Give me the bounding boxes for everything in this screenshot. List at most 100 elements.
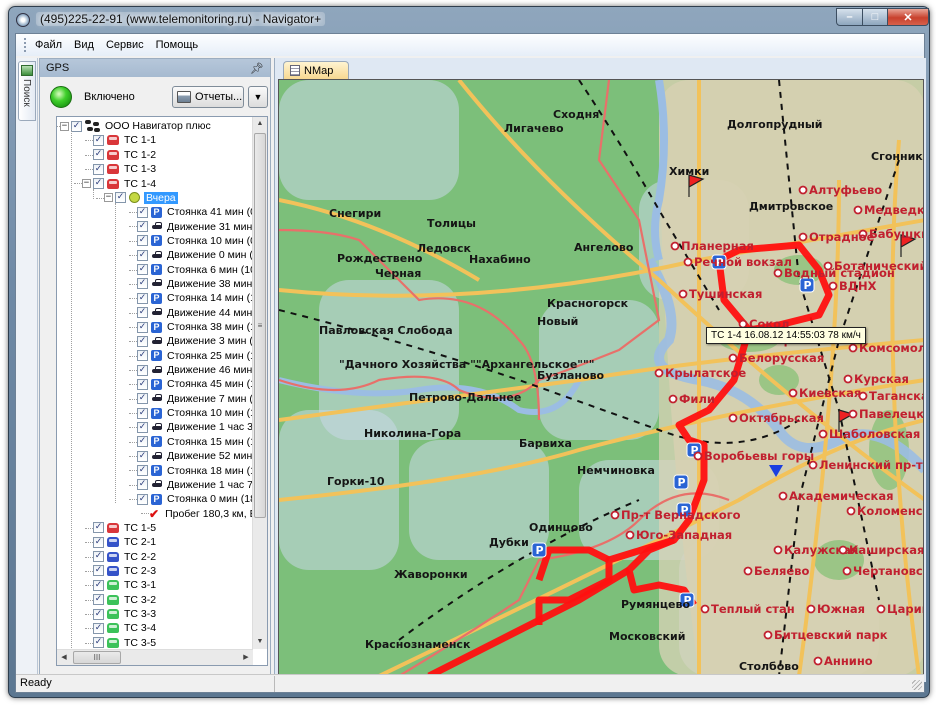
tree-event[interactable]: ✓P Стоянка 38 мин (11: bbox=[137, 320, 253, 334]
horizontal-scrollbar[interactable]: ◀ III ▶ bbox=[57, 649, 253, 665]
tree-vehicle[interactable]: ✓ ТС 1-5 bbox=[93, 521, 156, 535]
checkbox[interactable]: ✓ bbox=[137, 393, 148, 405]
pin-icon[interactable]: 📌︎ bbox=[250, 62, 264, 75]
checkbox[interactable]: ✓ bbox=[93, 565, 104, 577]
menu-view[interactable]: Вид bbox=[74, 39, 94, 51]
checkbox[interactable]: ✓ bbox=[93, 163, 104, 175]
checkbox[interactable]: ✓ bbox=[137, 436, 148, 448]
tree-vehicle[interactable]: ✓ ТС 3-4 bbox=[93, 621, 156, 635]
tree-event[interactable]: ✓ Движение 38 мин (1 bbox=[137, 277, 253, 291]
checkbox[interactable]: ✓ bbox=[93, 637, 104, 649]
checkbox[interactable]: ✓ bbox=[137, 364, 148, 376]
tree-event[interactable]: ✓P Стоянка 6 мин (10:0 bbox=[137, 263, 253, 277]
tree-root[interactable]: − ✓ ООО Навигатор плюс bbox=[60, 119, 211, 133]
checkbox[interactable]: ✓ bbox=[93, 178, 104, 190]
tree-summary[interactable]: ✔ Пробег 180,3 км, Вр bbox=[149, 506, 253, 521]
tree-vehicle[interactable]: ✓ ТС 2-2 bbox=[93, 550, 156, 564]
checkbox[interactable]: ✓ bbox=[93, 551, 104, 563]
tab-nmap[interactable]: NMap bbox=[283, 61, 349, 79]
tree-vehicle[interactable]: ✓ ТС 1-3 bbox=[93, 162, 156, 176]
tree-event[interactable]: ✓ Движение 44 мин (1 bbox=[137, 306, 253, 320]
hscroll-thumb[interactable]: III bbox=[73, 651, 121, 664]
checkbox[interactable]: ✓ bbox=[93, 536, 104, 548]
tree-event[interactable]: ✓ Движение 7 мин (14 bbox=[137, 392, 253, 406]
tree-event[interactable]: ✓ Движение 52 мин (1 bbox=[137, 449, 253, 463]
tree-event[interactable]: ✓ Движение 31 мин (0 bbox=[137, 219, 253, 233]
collapse-toggle-icon[interactable]: − bbox=[82, 179, 91, 189]
tree-vehicle[interactable]: ✓ ТС 2-3 bbox=[93, 564, 156, 578]
checkbox[interactable]: ✓ bbox=[137, 321, 148, 333]
toolbar-grip[interactable] bbox=[24, 38, 27, 52]
checkbox[interactable]: ✓ bbox=[93, 608, 104, 620]
checkbox[interactable]: ✓ bbox=[137, 278, 148, 290]
tree-event[interactable]: ✓P Стоянка 41 мин (08: bbox=[137, 205, 253, 219]
collapse-toggle-icon[interactable]: − bbox=[104, 193, 113, 203]
checkbox[interactable]: ✓ bbox=[93, 594, 104, 606]
reports-button[interactable]: Отчеты... bbox=[172, 86, 244, 108]
tree-event[interactable]: ✓ Движение 3 мин (12 bbox=[137, 334, 253, 348]
tree-vehicle[interactable]: ✓ ТС 1-2 bbox=[93, 148, 156, 162]
tree-event[interactable]: ✓P Стоянка 18 мин (16: bbox=[137, 463, 253, 477]
scroll-down-arrow-icon[interactable]: ▼ bbox=[253, 635, 267, 649]
reports-dropdown-button[interactable]: ▼ bbox=[248, 86, 268, 108]
tree-event[interactable]: ✓P Стоянка 14 мин (10: bbox=[137, 291, 253, 305]
checkbox[interactable]: ✓ bbox=[137, 378, 148, 390]
vertical-scrollbar[interactable]: ▲ ≡ ▼ bbox=[252, 117, 267, 649]
tree-event[interactable]: ✓ Движение 46 мин (1 bbox=[137, 363, 253, 377]
checkbox[interactable]: ✓ bbox=[137, 307, 148, 319]
scroll-up-arrow-icon[interactable]: ▲ bbox=[253, 117, 267, 131]
checkbox[interactable]: ✓ bbox=[93, 579, 104, 591]
tree-event[interactable]: ✓ Движение 0 мин (10 bbox=[137, 248, 253, 262]
tree-event[interactable]: ✓P Стоянка 10 мин (14: bbox=[137, 406, 253, 420]
tree-vehicle[interactable]: ✓ ТС 2-1 bbox=[93, 535, 156, 549]
map-svg[interactable]: PPPPPPPСходняЛигачевоХимкиДолгопрудныйСг… bbox=[279, 80, 924, 675]
checkbox[interactable]: ✓ bbox=[137, 493, 148, 505]
scroll-right-arrow-icon[interactable]: ▶ bbox=[239, 651, 253, 665]
checkbox[interactable]: ✓ bbox=[71, 120, 82, 132]
checkbox[interactable]: ✓ bbox=[115, 192, 126, 204]
tree-event[interactable]: ✓P Стоянка 15 мин (15: bbox=[137, 435, 253, 449]
checkbox[interactable]: ✓ bbox=[137, 249, 148, 261]
checkbox[interactable]: ✓ bbox=[137, 264, 148, 276]
tree-event[interactable]: ✓P Стоянка 0 мин (18:2 bbox=[137, 492, 253, 506]
tree-vehicle[interactable]: ✓ ТС 3-5 bbox=[93, 636, 156, 649]
checkbox[interactable]: ✓ bbox=[137, 421, 148, 433]
tree-vehicle[interactable]: ✓ ТС 3-1 bbox=[93, 578, 156, 592]
collapse-toggle-icon[interactable]: − bbox=[60, 121, 69, 131]
tree-event[interactable]: ✓P Стоянка 10 мин (09: bbox=[137, 234, 253, 248]
app-icon[interactable] bbox=[16, 13, 30, 27]
tree-vehicle[interactable]: ✓ ТС 3-3 bbox=[93, 607, 156, 621]
checkbox[interactable]: ✓ bbox=[137, 350, 148, 362]
checkbox[interactable]: ✓ bbox=[93, 522, 104, 534]
minimize-button[interactable]: – bbox=[836, 8, 863, 26]
tree-event[interactable]: ✓ Движение 1 час 7 м bbox=[137, 478, 253, 492]
title-bar[interactable]: (495)225-22-91 (www.telemonitoring.ru) -… bbox=[9, 7, 929, 32]
tab-search[interactable]: Поиск bbox=[18, 61, 36, 121]
checkbox[interactable]: ✓ bbox=[137, 407, 148, 419]
scroll-left-arrow-icon[interactable]: ◀ bbox=[57, 651, 71, 665]
checkbox[interactable]: ✓ bbox=[137, 292, 148, 304]
tree-event[interactable]: ✓P Стоянка 45 мин (13: bbox=[137, 377, 253, 391]
checkbox[interactable]: ✓ bbox=[93, 134, 104, 146]
close-button[interactable]: ✕ bbox=[887, 8, 929, 26]
tree-vehicle[interactable]: ✓ ТС 1-1 bbox=[93, 133, 156, 147]
checkbox[interactable]: ✓ bbox=[137, 221, 148, 233]
scroll-thumb[interactable]: ≡ bbox=[254, 133, 266, 518]
tree-event[interactable]: ✓ Движение 1 час 3 м bbox=[137, 420, 253, 434]
checkbox[interactable]: ✓ bbox=[137, 450, 148, 462]
maximize-button[interactable]: □ bbox=[862, 8, 888, 26]
checkbox[interactable]: ✓ bbox=[137, 465, 148, 477]
resize-grip-icon[interactable] bbox=[912, 680, 922, 690]
map-canvas[interactable]: P P P P P P P Сходня Лигачево Химки Долгопрудный Сг… bbox=[278, 79, 924, 675]
menu-help[interactable]: Помощь bbox=[156, 39, 199, 51]
checkbox[interactable]: ✓ bbox=[137, 206, 148, 218]
menu-file[interactable]: Файл bbox=[35, 39, 62, 51]
checkbox[interactable]: ✓ bbox=[93, 622, 104, 634]
menu-service[interactable]: Сервис bbox=[106, 39, 144, 51]
checkbox[interactable]: ✓ bbox=[137, 235, 148, 247]
checkbox[interactable]: ✓ bbox=[137, 479, 148, 491]
tree-event[interactable]: ✓P Стоянка 25 мин (12: bbox=[137, 349, 253, 363]
checkbox[interactable]: ✓ bbox=[93, 149, 104, 161]
tree-vehicle[interactable]: ✓ ТС 3-2 bbox=[93, 593, 156, 607]
checkbox[interactable]: ✓ bbox=[137, 335, 148, 347]
